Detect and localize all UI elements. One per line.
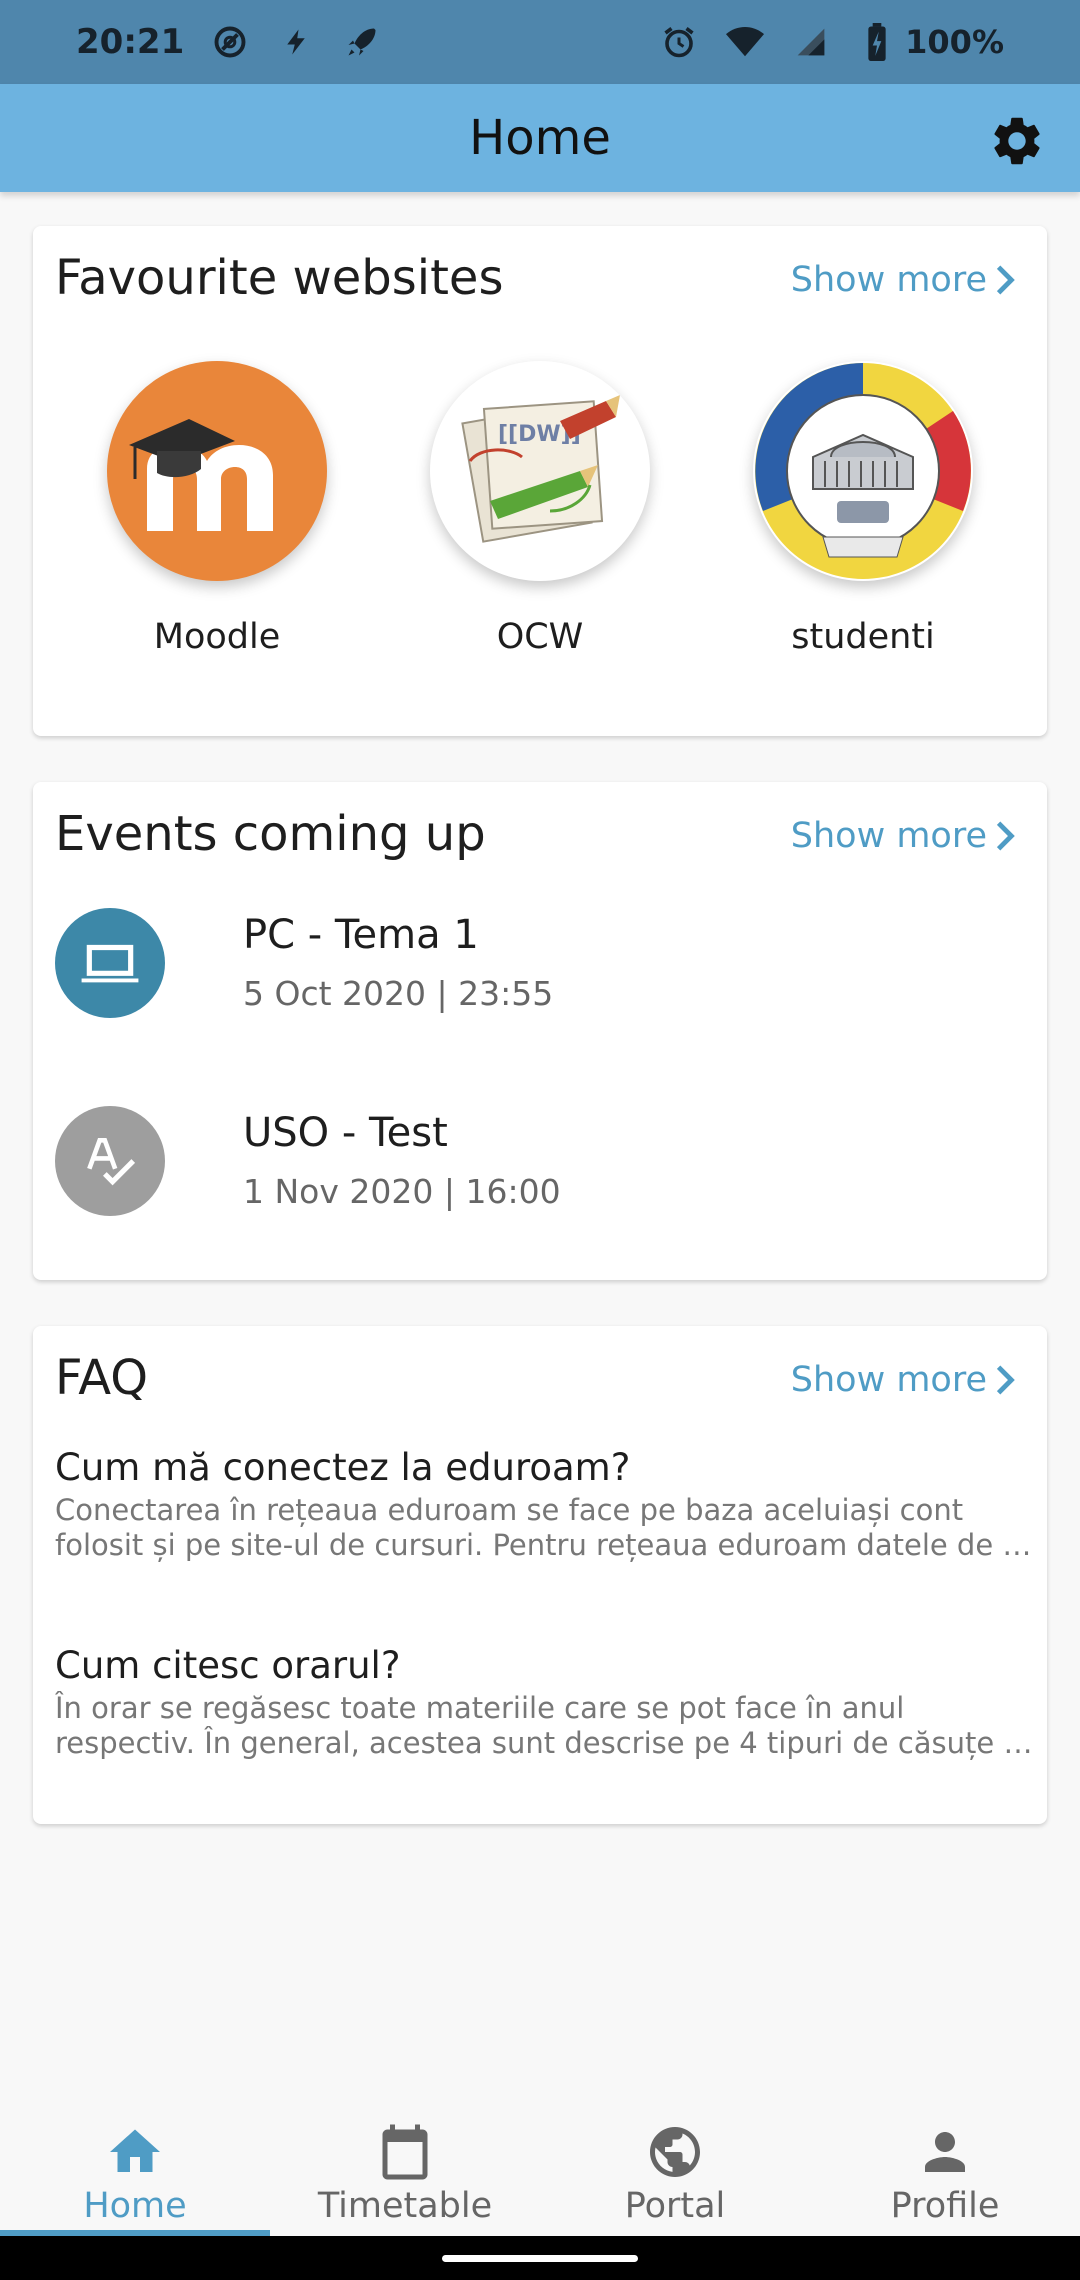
nav-timetable[interactable]: Timetable [270, 2100, 540, 2236]
faq-answer: În orar se regăsesc toate materiile care… [55, 1691, 1045, 1761]
favourite-moodle[interactable]: Moodle [87, 361, 347, 657]
app-bar: Home [0, 84, 1080, 192]
show-more-label: Show more [790, 260, 987, 300]
chevron-right-icon [996, 265, 1015, 295]
do-not-disturb-icon [210, 22, 250, 62]
faq-answer-line: Conectarea în rețeaua eduroam se face pe… [55, 1493, 964, 1527]
faq-answer-line: respectiv. În general, acestea sunt desc… [55, 1726, 1045, 1760]
favourite-label: studenti [791, 617, 935, 657]
faq-question: Cum mă conectez la eduroam? [55, 1446, 631, 1489]
alarm-icon [659, 22, 699, 62]
faq-show-more-button[interactable]: Show more [791, 1360, 1017, 1400]
wifi-icon [725, 22, 765, 62]
upb-logo [753, 361, 973, 581]
flash-icon [276, 22, 316, 62]
page-title: Home [469, 110, 611, 166]
favourites-title: Favourite websites [55, 250, 504, 306]
system-navigation-bar [0, 2236, 1080, 2280]
home-icon [110, 2129, 160, 2172]
status-time: 20:21 [76, 22, 185, 62]
bottom-navigation: Home Timetable Portal Profile [0, 2100, 1080, 2236]
status-bar-left: 20:21 [76, 22, 382, 62]
events-show-more-button[interactable]: Show more [791, 816, 1017, 856]
faq-question: Cum citesc orarul? [55, 1644, 401, 1687]
nav-label: Home [83, 2186, 187, 2226]
person-icon [925, 2132, 965, 2172]
faq-item[interactable]: Cum mă conectez la eduroam? Conectarea î… [55, 1446, 1045, 1563]
spellcheck-icon [55, 1106, 165, 1216]
battery-percent: 100% [905, 23, 1004, 61]
events-title: Events coming up [55, 806, 486, 862]
faq-card: FAQ Show more Cum mă conectez la eduroam… [33, 1326, 1047, 1824]
faq-item[interactable]: Cum citesc orarul? În orar se regăsesc t… [55, 1644, 1045, 1761]
event-item[interactable]: PC - Tema 1 5 Oct 2020 | 23:55 [55, 908, 1015, 1028]
show-more-label: Show more [790, 816, 987, 856]
battery-charging-icon [857, 22, 897, 62]
status-bar-right: 100% [659, 22, 1004, 62]
nav-profile[interactable]: Profile [810, 2100, 1080, 2236]
faq-answer: Conectarea în rețeaua eduroam se face pe… [55, 1493, 1045, 1563]
favourite-label: Moodle [153, 617, 281, 657]
status-bar: 20:21 100% [0, 0, 1080, 84]
favourite-ocw[interactable]: [[DW]] OCW [410, 361, 670, 657]
nav-home[interactable]: Home [0, 2100, 270, 2236]
favourites-show-more-button[interactable]: Show more [791, 260, 1017, 300]
faq-title: FAQ [55, 1350, 148, 1406]
battery-indicator: 100% [857, 22, 1004, 62]
event-date: 5 Oct 2020 | 23:55 [243, 974, 554, 1013]
settings-button[interactable] [988, 112, 1046, 170]
moodle-logo [107, 361, 327, 581]
nav-portal[interactable]: Portal [540, 2100, 810, 2236]
favourites-card: Favourite websites Show more Moodle [[DW… [33, 226, 1047, 736]
faq-answer-line: În orar se regăsesc toate materiile care… [55, 1691, 905, 1725]
nav-label: Profile [890, 2186, 1000, 2226]
signal-icon [791, 22, 831, 62]
laptop-icon [55, 908, 165, 1018]
event-title: USO - Test [243, 1110, 448, 1156]
dokuwiki-logo: [[DW]] [430, 361, 650, 581]
rocket-icon [342, 22, 382, 62]
events-card: Events coming up Show more PC - Tema 1 5… [33, 782, 1047, 1280]
event-title: PC - Tema 1 [243, 912, 479, 958]
gear-icon [994, 117, 1040, 165]
calendar-icon [382, 2124, 428, 2180]
nav-label: Timetable [317, 2186, 493, 2226]
gesture-handle[interactable] [442, 2255, 638, 2262]
favourite-label: OCW [496, 617, 584, 657]
globe-icon [650, 2127, 700, 2177]
nav-label: Portal [624, 2186, 726, 2226]
favourite-studenti[interactable]: studenti [733, 361, 993, 657]
chevron-right-icon [996, 821, 1015, 851]
event-date: 1 Nov 2020 | 16:00 [243, 1172, 561, 1211]
chevron-right-icon [996, 1365, 1015, 1395]
show-more-label: Show more [790, 1360, 987, 1400]
event-item[interactable]: USO - Test 1 Nov 2020 | 16:00 [55, 1106, 1015, 1226]
faq-answer-line: folosit și pe site-ul de cursuri. Pentru… [55, 1528, 1045, 1562]
